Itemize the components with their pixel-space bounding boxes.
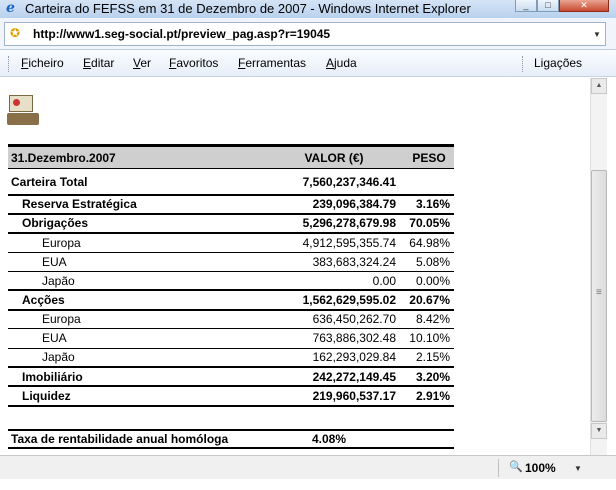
table-row: EUA 383,683,324.24 5.08% bbox=[8, 252, 454, 272]
table-row: Obrigações 5,296,278,679.98 70.05% bbox=[8, 213, 454, 234]
row-peso: 70.05% bbox=[404, 213, 454, 234]
page-icon: ✪ bbox=[10, 26, 21, 40]
menu-item-editar[interactable]: Editar bbox=[83, 56, 114, 70]
table-row: Japão 162,293,029.84 2.15% bbox=[8, 348, 454, 369]
row-value: 636,450,262.70 bbox=[264, 309, 404, 330]
window-bottom-edge bbox=[0, 479, 616, 490]
address-input[interactable]: ✪ http://www1.seg-social.pt/preview_pag.… bbox=[4, 22, 606, 46]
address-url: http://www1.seg-social.pt/preview_pag.as… bbox=[33, 27, 331, 41]
ie-logo-icon: e bbox=[6, 0, 15, 16]
row-value: 5,296,278,679.98 bbox=[264, 213, 404, 234]
row-label: EUA bbox=[8, 252, 264, 272]
total-value: 7,560,237,346.41 bbox=[264, 170, 404, 196]
row-value: 219,960,537.17 bbox=[264, 386, 404, 407]
header-date: 31.Dezembro.2007 bbox=[8, 144, 264, 169]
menu-item-favoritos[interactable]: Favoritos bbox=[169, 56, 218, 70]
row-value: 1,562,629,595.02 bbox=[264, 290, 404, 311]
maximize-button[interactable]: □ bbox=[537, 0, 559, 12]
links-button[interactable]: Ligações bbox=[534, 56, 582, 70]
menu-bar: Ficheiro Editar Ver Favoritos Ferramenta… bbox=[0, 50, 616, 77]
table-row: Imobiliário 242,272,149.45 3.20% bbox=[8, 367, 454, 388]
portfolio-table: 31.Dezembro.2007 VALOR (€) PESO Carteira… bbox=[8, 144, 454, 449]
row-peso: 64.98% bbox=[404, 232, 454, 253]
row-value: 0.00 bbox=[264, 271, 404, 292]
table-row: Reserva Estratégica 239,096,384.79 3.16% bbox=[8, 194, 454, 215]
header-value: VALOR (€) bbox=[264, 144, 404, 169]
row-value: 242,272,149.45 bbox=[264, 367, 404, 388]
total-label: Carteira Total bbox=[8, 170, 264, 196]
minimize-button[interactable]: _ bbox=[515, 0, 537, 12]
toolbar-grip[interactable] bbox=[8, 56, 11, 72]
page-content: 31.Dezembro.2007 VALOR (€) PESO Carteira… bbox=[0, 78, 590, 455]
row-label: Acções bbox=[8, 290, 264, 311]
row-value: 763,886,302.48 bbox=[264, 328, 404, 349]
rate-value: 4.08% bbox=[264, 428, 454, 449]
row-label: Europa bbox=[8, 309, 264, 330]
row-peso: 2.91% bbox=[404, 386, 454, 407]
rate-row: Taxa de rentabilidade anual homóloga 4.0… bbox=[8, 428, 454, 449]
scroll-up-icon[interactable]: ▲ bbox=[591, 78, 607, 94]
table-row: Japão 0.00 0.00% bbox=[8, 271, 454, 292]
status-divider bbox=[498, 459, 499, 477]
table-row: Europa 4,912,595,355.74 64.98% bbox=[8, 232, 454, 253]
menu-item-ajuda[interactable]: Ajuda bbox=[326, 56, 357, 70]
table-row: Europa 636,450,262.70 8.42% bbox=[8, 309, 454, 330]
scroll-down-icon[interactable]: ▼ bbox=[591, 423, 607, 439]
magnifier-icon[interactable]: 🔍 bbox=[509, 460, 523, 473]
row-label: Obrigações bbox=[8, 213, 264, 234]
table-row: Acções 1,562,629,595.02 20.67% bbox=[8, 290, 454, 311]
vertical-scrollbar[interactable]: ▲ ▼ bbox=[590, 78, 607, 455]
table-row: Liquidez 219,960,537.17 2.91% bbox=[8, 386, 454, 407]
row-peso: 0.00% bbox=[404, 271, 454, 292]
toolbar-grip[interactable] bbox=[522, 56, 525, 72]
row-value: 383,683,324.24 bbox=[264, 252, 404, 272]
table-row: EUA 763,886,302.48 10.10% bbox=[8, 328, 454, 349]
row-value: 239,096,384.79 bbox=[264, 194, 404, 215]
row-value: 162,293,029.84 bbox=[264, 348, 404, 369]
menu-item-ficheiro[interactable]: Ficheiro bbox=[21, 56, 64, 70]
row-peso: 3.20% bbox=[404, 367, 454, 388]
zoom-level[interactable]: 100% bbox=[525, 461, 556, 475]
row-label: Europa bbox=[8, 232, 264, 253]
table-row: Carteira Total 7,560,237,346.41 bbox=[8, 170, 454, 196]
scrollbar-thumb[interactable] bbox=[591, 170, 607, 422]
row-value: 4,912,595,355.74 bbox=[264, 232, 404, 253]
row-label: Liquidez bbox=[8, 386, 264, 407]
chevron-down-icon[interactable]: ▼ bbox=[574, 464, 582, 473]
status-bar: 🔍 100% ▼ bbox=[0, 455, 616, 479]
row-label: Reserva Estratégica bbox=[8, 194, 264, 215]
menu-item-ver[interactable]: Ver bbox=[133, 56, 151, 70]
header-peso: PESO bbox=[404, 144, 454, 169]
table-header-row: 31.Dezembro.2007 VALOR (€) PESO bbox=[8, 144, 454, 169]
row-peso: 2.15% bbox=[404, 348, 454, 369]
row-label: Japão bbox=[8, 348, 264, 369]
row-label: Imobiliário bbox=[8, 367, 264, 388]
row-label: Japão bbox=[8, 271, 264, 292]
window-title: Carteira do FEFSS em 31 de Dezembro de 2… bbox=[25, 1, 471, 16]
menu-item-ferramentas[interactable]: Ferramentas bbox=[238, 56, 306, 70]
total-peso bbox=[404, 170, 454, 196]
row-peso: 8.42% bbox=[404, 309, 454, 330]
chevron-down-icon[interactable]: ▼ bbox=[593, 30, 601, 39]
address-bar: ✪ http://www1.seg-social.pt/preview_pag.… bbox=[0, 18, 616, 50]
close-button[interactable]: ✕ bbox=[559, 0, 609, 12]
row-peso: 20.67% bbox=[404, 290, 454, 311]
row-peso: 10.10% bbox=[404, 328, 454, 349]
fund-logo-icon bbox=[7, 95, 40, 125]
row-peso: 5.08% bbox=[404, 252, 454, 272]
window-title-bar[interactable]: e Carteira do FEFSS em 31 de Dezembro de… bbox=[0, 0, 616, 18]
rate-label: Taxa de rentabilidade anual homóloga bbox=[8, 428, 264, 449]
row-peso: 3.16% bbox=[404, 194, 454, 215]
row-label: EUA bbox=[8, 328, 264, 349]
